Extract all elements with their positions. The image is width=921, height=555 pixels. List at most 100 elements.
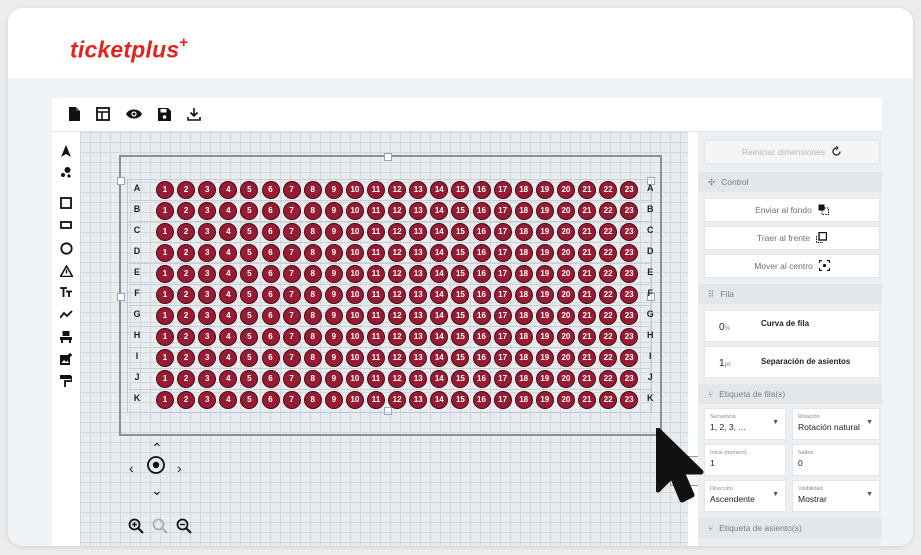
seat[interactable]: 21 [578,244,596,262]
seat[interactable]: 12 [388,244,407,262]
seat[interactable]: 3 [198,181,217,199]
seat[interactable]: 23 [620,349,639,367]
seat[interactable]: 17 [493,328,512,346]
seat[interactable]: 14 [430,286,449,304]
seat[interactable]: 5 [240,328,259,346]
seat[interactable]: 4 [219,328,238,346]
seat[interactable]: 18 [514,244,533,262]
seat[interactable]: 4 [219,370,238,388]
seat[interactable]: 23 [620,202,639,220]
seat[interactable]: 16 [472,328,491,346]
seat[interactable]: 7 [282,286,301,304]
seat[interactable]: 10 [345,286,364,304]
seat[interactable]: 21 [578,223,596,241]
seat[interactable]: 6 [261,181,280,199]
seat[interactable]: 10 [345,349,364,367]
seat[interactable]: 5 [240,181,259,199]
seat[interactable]: 12 [388,223,407,241]
seat[interactable]: 7 [282,244,301,262]
seat[interactable]: 11 [367,181,385,199]
sequence-select[interactable]: Secuencia 1, 2, 3, ... ▼ [704,408,786,440]
seat[interactable]: 17 [493,202,512,220]
seat[interactable]: 6 [261,307,280,325]
seat[interactable]: 22 [599,286,618,304]
pan-down-icon[interactable]: ⌄ [151,482,163,499]
seat[interactable]: 19 [535,370,554,388]
seat[interactable]: 1 [156,181,174,199]
seat[interactable]: 21 [578,370,596,388]
seat[interactable]: 22 [599,181,618,199]
seat[interactable]: 17 [493,307,512,325]
seat[interactable]: 2 [177,286,196,304]
seat[interactable]: 2 [177,265,196,283]
seat-row[interactable]: B 1 2 3 4 5 6 7 8 9 10 11 12 13 14 15 16 17 18 19 20 21 22 23 B [129,200,654,221]
seat[interactable]: 23 [620,307,639,325]
seat-row[interactable]: F 1 2 3 4 5 6 7 8 9 10 11 12 13 14 15 16 17 18 19 20 21 22 23 F [129,284,653,305]
seat[interactable]: 13 [409,286,428,304]
seat[interactable]: 2 [177,328,196,346]
seat[interactable]: 9 [324,265,343,283]
seat[interactable]: 16 [472,391,491,409]
seat[interactable]: 10 [345,181,364,199]
seat[interactable]: 15 [451,223,470,241]
seat[interactable]: 14 [430,244,449,262]
seat[interactable]: 3 [198,202,217,220]
seat[interactable]: 2 [177,244,196,262]
seat[interactable]: 1 [156,244,174,262]
seat[interactable]: 6 [261,265,280,283]
seat[interactable]: 4 [219,286,238,304]
seat[interactable]: 9 [324,328,343,346]
seat[interactable]: 16 [472,265,491,283]
chair-icon[interactable] [57,328,75,346]
visibility-select[interactable]: Visibilidad Mostrar ▼ [792,480,880,512]
seat[interactable]: 4 [219,223,238,241]
seat-row[interactable]: K 1 2 3 4 5 6 7 8 9 10 11 12 13 14 15 16 17 18 19 20 21 22 23 K [129,389,654,410]
seat[interactable]: 4 [219,265,238,283]
seat[interactable]: 21 [578,391,596,409]
seat[interactable]: 22 [599,202,618,220]
seat[interactable]: 18 [514,181,533,199]
seat[interactable]: 17 [493,349,512,367]
seat[interactable]: 2 [177,202,196,220]
seat[interactable]: 16 [472,370,491,388]
seat[interactable]: 19 [535,181,554,199]
seat[interactable]: 3 [198,223,217,241]
bring-front-button[interactable]: Traer al frente [704,226,880,250]
seat[interactable]: 16 [472,307,491,325]
seat[interactable]: 19 [535,328,554,346]
seat[interactable]: 23 [620,370,639,388]
seat[interactable]: 22 [599,349,618,367]
save-icon[interactable] [155,105,173,123]
seat[interactable]: 9 [324,244,343,262]
seat[interactable]: 13 [409,223,428,241]
seat[interactable]: 14 [430,349,449,367]
reset-dimensions-button[interactable]: Reiniciar dimensiones [704,140,880,164]
seat[interactable]: 7 [282,370,301,388]
seat[interactable]: 23 [620,328,639,346]
seat-row[interactable]: E 1 2 3 4 5 6 7 8 9 10 11 12 13 14 15 16 17 18 19 20 21 22 23 E [129,263,653,284]
seat[interactable]: 23 [620,181,639,199]
seat[interactable]: 21 [578,328,596,346]
seat[interactable]: 11 [367,349,385,367]
seat[interactable]: 14 [430,307,449,325]
seat[interactable]: 15 [451,391,470,409]
seat[interactable]: 10 [345,223,364,241]
seat[interactable]: 23 [620,223,639,241]
seat[interactable]: 20 [556,370,575,388]
seat[interactable]: 20 [556,223,575,241]
seat[interactable]: 18 [514,286,533,304]
seat[interactable]: 6 [261,202,280,220]
seat[interactable]: 8 [303,391,322,409]
seat[interactable]: 21 [578,181,596,199]
seat[interactable]: 1 [156,223,174,241]
seat[interactable]: 6 [261,370,280,388]
seat[interactable]: 3 [198,286,217,304]
seat[interactable]: 5 [240,370,259,388]
separation-value[interactable]: 1px [719,358,731,369]
seat[interactable]: 3 [198,328,217,346]
seat[interactable]: 10 [345,328,364,346]
seat[interactable]: 20 [556,265,575,283]
seat[interactable]: 18 [514,265,533,283]
seat[interactable]: 12 [388,349,407,367]
seat[interactable]: 10 [345,244,364,262]
